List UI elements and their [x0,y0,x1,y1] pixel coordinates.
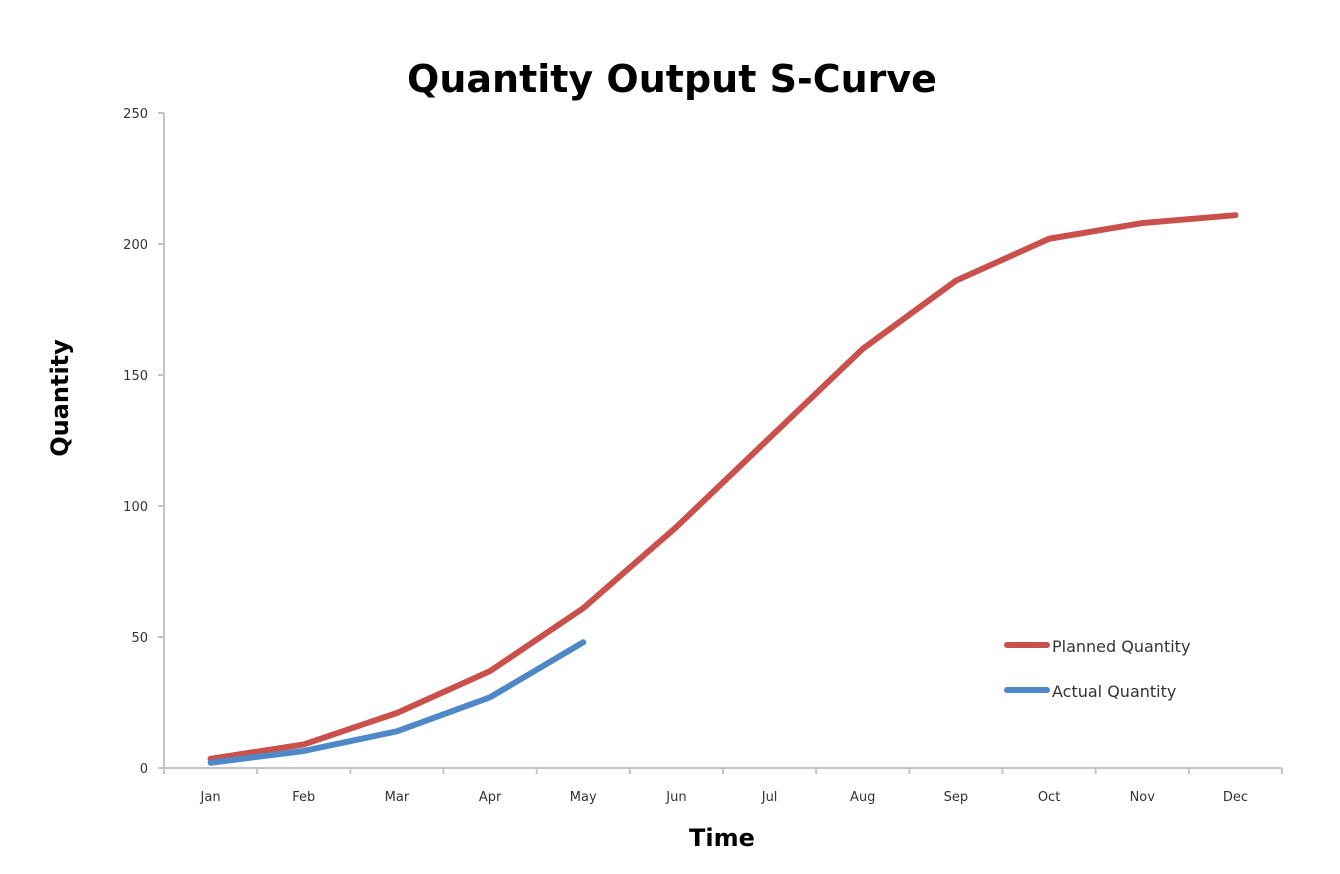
y-tick-label: 0 [140,762,148,777]
x-tick-label: Jan [200,790,221,805]
x-tick-label: Jun [665,790,686,805]
x-axis: Jan Feb Mar Apr May Jun Jul Aug Sep Oct Nov Dec [163,767,1283,805]
x-tick-label: Nov [1130,790,1156,805]
x-tick-label: Aug [850,790,875,805]
legend-label-planned-quantity: Planned Quantity [1052,637,1190,656]
planned-quantity-line [207,212,1239,762]
y-tick-label: 100 [123,500,148,515]
x-tick-label: Mar [385,790,410,805]
y-axis: 0 50 100 150 200 250 [123,107,165,777]
y-tick-label: 150 [123,369,148,384]
x-axis-title: Time [689,824,755,852]
x-tick-label: May [570,790,597,805]
legend: Planned Quantity Actual Quantity [1004,637,1190,701]
y-axis-title: Quantity [46,339,74,457]
chart-title: Quantity Output S-Curve [407,57,937,101]
x-tick-label: Oct [1038,790,1060,805]
x-tick-label: Jul [761,790,778,805]
y-tick-label: 50 [131,631,148,646]
series-group [207,212,1239,766]
x-tick-label: Dec [1223,790,1248,805]
line-chart: Quantity Output S-Curve Quantity Time 0 5… [46,57,1283,852]
x-tick-label: Sep [944,790,969,805]
y-tick-label: 200 [123,238,148,253]
y-tick-label: 250 [123,107,148,122]
x-tick-label: Feb [292,790,315,805]
legend-label-actual-quantity: Actual Quantity [1052,682,1176,701]
actual-quantity-line [207,639,587,766]
x-tick-label: Apr [479,790,502,805]
